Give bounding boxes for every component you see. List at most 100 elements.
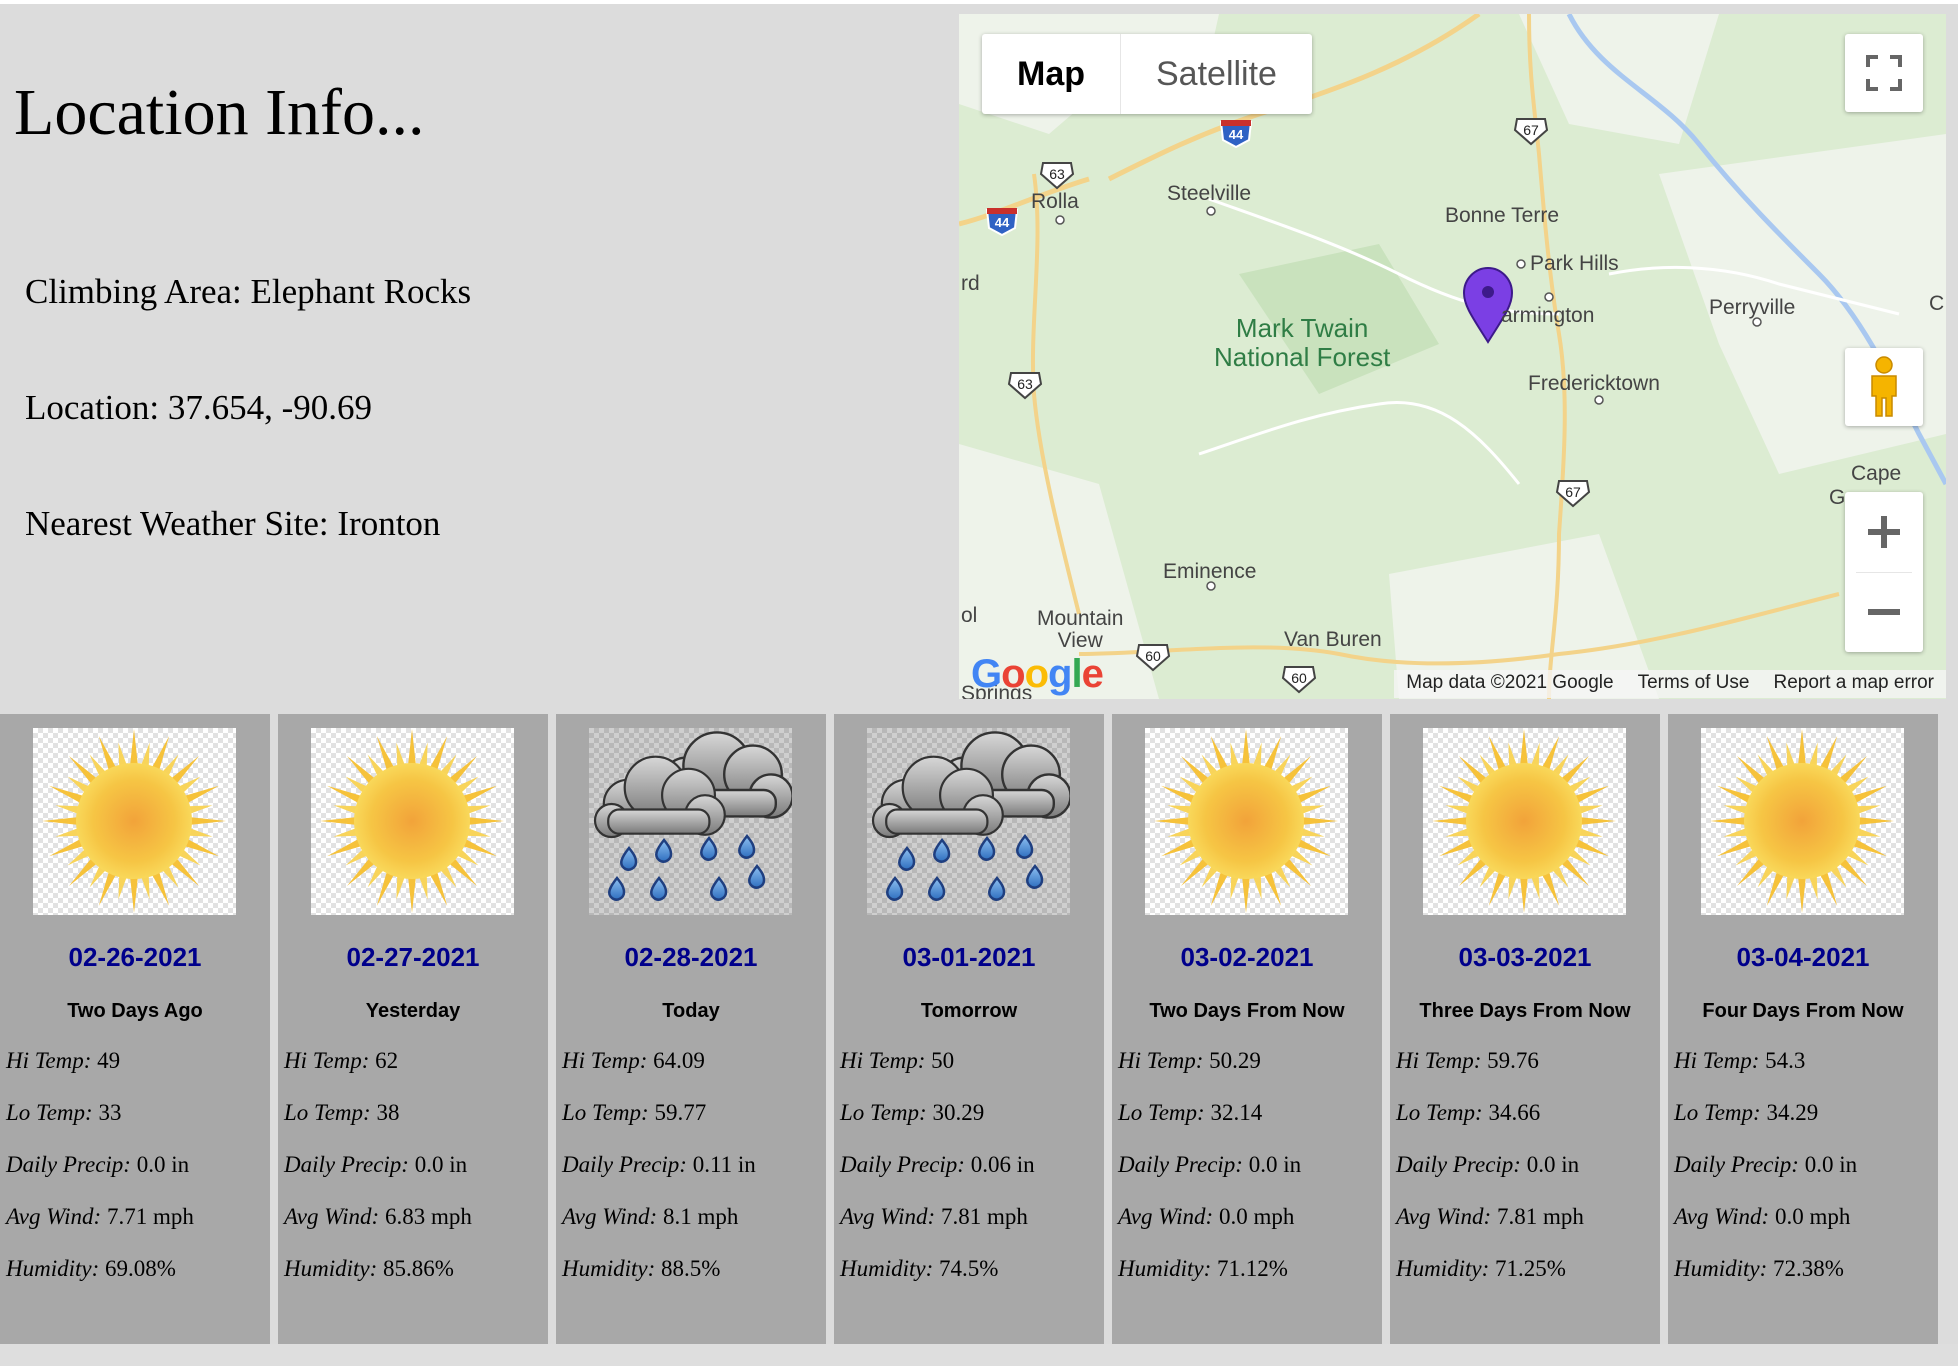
weather-card: 02-26-2021 Two Days Ago Hi Temp: 49 Lo T… <box>0 714 270 1344</box>
us-route-shield-icon: 63 <box>1039 160 1075 195</box>
forest-label: Mark Twain National Forest <box>1214 313 1391 372</box>
lo-temp: Lo Temp: 59.77 <box>562 1100 707 1125</box>
town-van-buren: Van Buren <box>1284 628 1382 651</box>
forecast-date: 03-03-2021 <box>1458 942 1592 972</box>
zoom-out-button[interactable] <box>1845 573 1923 653</box>
hi-temp: Hi Temp: 64.09 <box>562 1048 705 1073</box>
lo-temp: Lo Temp: 34.66 <box>1396 1100 1541 1125</box>
town-ol: ol <box>961 604 978 627</box>
climbing-area: Climbing Area: Elephant Rocks <box>25 272 472 311</box>
hi-temp: Hi Temp: 54.3 <box>1674 1048 1806 1073</box>
weather-card: 02-28-2021 Today Hi Temp: 64.09 Lo Temp:… <box>556 714 826 1344</box>
hi-temp: Hi Temp: 62 <box>284 1048 399 1073</box>
street-view-pegman-button[interactable] <box>1845 348 1923 426</box>
us-route-shield-icon: 67 <box>1555 478 1591 513</box>
avg-wind: Avg Wind: 7.81 mph <box>1396 1204 1584 1229</box>
location-coordinates: Location: 37.654, -90.69 <box>25 388 373 427</box>
humidity: Humidity: 71.25% <box>1396 1256 1566 1281</box>
hi-temp: Hi Temp: 50 <box>840 1048 955 1073</box>
terms-of-use-link[interactable]: Terms of Use <box>1626 670 1762 698</box>
lo-temp: Lo Temp: 34.29 <box>1674 1100 1819 1125</box>
avg-wind: Avg Wind: 7.71 mph <box>6 1204 194 1229</box>
daily-precip: Daily Precip: 0.0 in <box>1396 1152 1580 1177</box>
avg-wind: Avg Wind: 8.1 mph <box>562 1204 739 1229</box>
forecast-day-label: Three Days From Now <box>1419 1000 1631 1022</box>
plus-icon <box>1868 515 1900 548</box>
town-eminence: Eminence <box>1163 560 1257 583</box>
svg-text:67: 67 <box>1523 122 1539 138</box>
forecast-date: 03-04-2021 <box>1736 942 1870 972</box>
google-logo[interactable]: Google <box>971 652 1104 697</box>
rain-cloud-icon <box>589 728 792 915</box>
hi-temp: Hi Temp: 50.29 <box>1118 1048 1261 1073</box>
town-mountain-view: Mountain View <box>1037 607 1124 653</box>
report-map-error-link[interactable]: Report a map error <box>1761 670 1946 698</box>
forecast-date: 02-28-2021 <box>624 942 758 972</box>
fullscreen-button[interactable] <box>1845 34 1923 112</box>
sun-icon <box>1145 728 1348 915</box>
forecast-day-label: Today <box>662 1000 720 1022</box>
svg-text:60: 60 <box>1145 648 1161 664</box>
us-route-shield-icon: 60 <box>1281 664 1317 699</box>
town-perryville: Perryville <box>1709 296 1796 319</box>
humidity: Humidity: 72.38% <box>1674 1256 1844 1281</box>
town-fredericktown: Fredericktown <box>1528 372 1660 395</box>
svg-text:44: 44 <box>995 215 1010 230</box>
town-bonne-terre: Bonne Terre <box>1445 204 1560 227</box>
sun-icon <box>1701 728 1904 915</box>
hi-temp: Hi Temp: 59.76 <box>1396 1048 1539 1073</box>
forecast-day-label: Two Days Ago <box>67 1000 203 1022</box>
forecast-day-label: Two Days From Now <box>1149 1000 1345 1022</box>
us-route-shield-icon: 63 <box>1007 370 1043 405</box>
svg-text:63: 63 <box>1049 166 1065 182</box>
town-farmington: armington <box>1501 304 1595 327</box>
weather-card: 02-27-2021 Yesterday Hi Temp: 62 Lo Temp… <box>278 714 548 1344</box>
sun-icon <box>311 728 514 915</box>
forecast-date: 02-26-2021 <box>68 942 202 972</box>
daily-precip: Daily Precip: 0.0 in <box>6 1152 190 1177</box>
town-rd: rd <box>961 272 980 295</box>
avg-wind: Avg Wind: 6.83 mph <box>284 1204 472 1229</box>
zoom-in-button[interactable] <box>1845 492 1923 572</box>
daily-precip: Daily Precip: 0.06 in <box>840 1152 1035 1177</box>
forecast-day-label: Tomorrow <box>920 1000 1018 1022</box>
pegman-icon <box>1871 356 1897 417</box>
map-type-control: Map Satellite <box>982 34 1312 114</box>
humidity: Humidity: 85.86% <box>284 1256 454 1281</box>
us-route-shield-icon: 67 <box>1513 116 1549 151</box>
humidity: Humidity: 69.08% <box>6 1256 176 1281</box>
weather-forecast: 02-26-2021 Two Days Ago Hi Temp: 49 Lo T… <box>0 714 1958 1344</box>
us-route-shield-icon: 60 <box>1135 642 1171 677</box>
lo-temp: Lo Temp: 32.14 <box>1118 1100 1263 1125</box>
interstate-shield-icon: 44 <box>1219 118 1253 153</box>
svg-text:67: 67 <box>1565 484 1581 500</box>
town-steelville: Steelville <box>1167 182 1252 205</box>
map-type-map-button[interactable]: Map <box>982 34 1121 114</box>
map-attribution: Map data ©2021 Google Terms of Use Repor… <box>1394 670 1946 698</box>
sun-icon <box>33 728 236 915</box>
nearest-weather-site: Nearest Weather Site: Ironton <box>25 504 441 543</box>
rain-cloud-icon <box>867 728 1070 915</box>
town-g: G <box>1829 486 1846 509</box>
map-terrain[interactable] <box>959 14 1946 699</box>
svg-text:63: 63 <box>1017 376 1033 392</box>
svg-text:44: 44 <box>1229 127 1244 142</box>
map-data-attribution[interactable]: Map data ©2021 Google <box>1394 670 1625 698</box>
town-park-hills: Park Hills <box>1530 252 1619 275</box>
svg-text:60: 60 <box>1291 670 1307 686</box>
daily-precip: Daily Precip: 0.0 in <box>1118 1152 1302 1177</box>
lo-temp: Lo Temp: 38 <box>284 1100 400 1125</box>
weather-card: 03-02-2021 Two Days From Now Hi Temp: 50… <box>1112 714 1382 1344</box>
daily-precip: Daily Precip: 0.0 in <box>284 1152 468 1177</box>
location-info: Location Info... Climbing Area: Elephant… <box>0 0 950 700</box>
map-type-satellite-button[interactable]: Satellite <box>1121 34 1312 114</box>
forecast-date: 02-27-2021 <box>346 942 480 972</box>
bottom-strip <box>0 1344 1958 1366</box>
forecast-day-label: Four Days From Now <box>1702 1000 1904 1022</box>
interstate-shield-icon: 44 <box>985 206 1019 241</box>
map[interactable]: Rolla Steelville Bonne Terre Park Hills … <box>959 14 1946 699</box>
minus-icon <box>1868 609 1900 616</box>
hi-temp: Hi Temp: 49 <box>6 1048 121 1073</box>
avg-wind: Avg Wind: 0.0 mph <box>1674 1204 1851 1229</box>
sun-icon <box>1423 728 1626 915</box>
